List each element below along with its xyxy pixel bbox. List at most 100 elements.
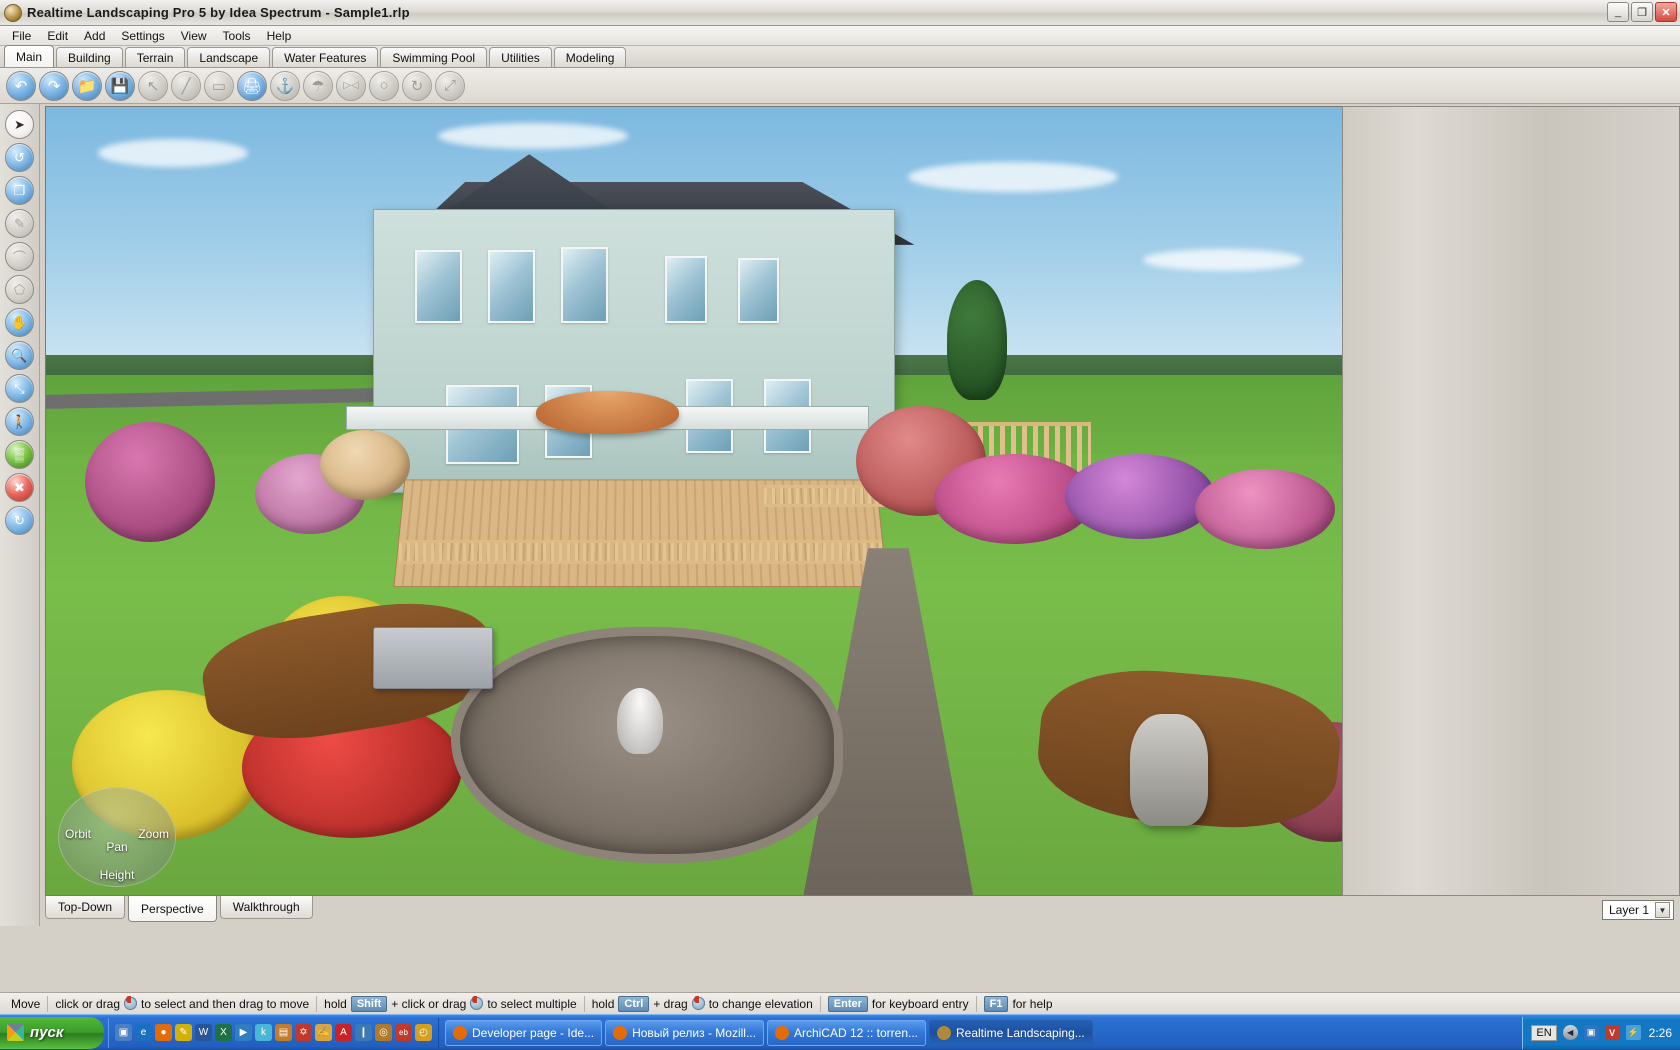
- nav-zoom-label[interactable]: Zoom: [138, 827, 169, 841]
- pointer-tool-icon[interactable]: ➤: [5, 110, 34, 139]
- quick-launch-bar: ▣ e ● ✎ W X ▶ k ▤ ✡ ✍ A ❙ ◎ eb ◴: [108, 1017, 439, 1048]
- tab-swimming-pool[interactable]: Swimming Pool: [380, 47, 488, 67]
- clock-icon[interactable]: ◴: [415, 1024, 432, 1041]
- undo-icon[interactable]: ↶: [6, 70, 36, 101]
- menu-item-help[interactable]: Help: [259, 27, 300, 45]
- nav-pan-label[interactable]: Pan: [106, 840, 127, 854]
- tab-water-features[interactable]: Water Features: [272, 47, 379, 67]
- tab-main[interactable]: Main: [4, 45, 55, 67]
- nav-height-label[interactable]: Height: [100, 868, 135, 882]
- ebay-icon[interactable]: eb: [395, 1024, 412, 1041]
- close-button[interactable]: ✕: [1655, 2, 1677, 22]
- task-button-realtime-landscaping[interactable]: Realtime Landscaping...: [929, 1019, 1093, 1046]
- minimize-button[interactable]: _: [1607, 2, 1629, 22]
- task-button-label: Realtime Landscaping...: [956, 1025, 1085, 1040]
- antivirus-icon[interactable]: V: [1604, 1025, 1620, 1040]
- status-hint-mid: + click or drag: [391, 996, 467, 1011]
- maya-icon[interactable]: ✡: [295, 1024, 312, 1041]
- firefox-icon: [774, 1025, 789, 1040]
- rotate-tool-icon[interactable]: ↺: [5, 143, 34, 172]
- tab-utilities[interactable]: Utilities: [489, 47, 552, 67]
- menu-item-edit[interactable]: Edit: [39, 27, 76, 45]
- save-icon[interactable]: 💾: [105, 70, 135, 101]
- start-button[interactable]: пуск: [0, 1016, 104, 1049]
- zoom-extents-icon[interactable]: ⤡: [5, 374, 34, 403]
- device-icon[interactable]: ❙: [355, 1024, 372, 1041]
- chevron-down-icon[interactable]: ▼: [1655, 902, 1670, 918]
- tab-terrain[interactable]: Terrain: [124, 47, 186, 67]
- menu-item-view[interactable]: View: [173, 27, 215, 45]
- task-button-developer-page[interactable]: Developer page - Ide...: [445, 1019, 603, 1046]
- network-icon[interactable]: ▣: [1583, 1025, 1599, 1040]
- windows-taskbar: пуск ▣ e ● ✎ W X ▶ k ▤ ✡ ✍ A ❙ ◎ eb ◴ De…: [0, 1014, 1680, 1050]
- pan-hand-icon[interactable]: ✋: [5, 308, 34, 337]
- tab-modeling[interactable]: Modeling: [553, 47, 627, 67]
- k-lite-icon[interactable]: k: [255, 1024, 272, 1041]
- navigation-compass-widget[interactable]: Orbit Zoom Pan Height: [58, 787, 176, 887]
- redo-icon[interactable]: ↷: [39, 70, 69, 101]
- view-tab-perspective[interactable]: Perspective: [128, 896, 217, 922]
- firefox-icon[interactable]: ●: [155, 1024, 172, 1041]
- task-button-list: Developer page - Ide... Новый релиз - Mo…: [439, 1019, 1522, 1046]
- task-button-archicad[interactable]: ArchiCAD 12 :: torren...: [766, 1019, 926, 1046]
- print-icon[interactable]: 🖨: [237, 70, 267, 101]
- refresh-tool-icon[interactable]: ↻: [5, 506, 34, 535]
- taskbar-clock[interactable]: 2:26: [1647, 1026, 1672, 1040]
- category-tab-strip: Main Building Terrain Landscape Water Fe…: [0, 45, 1680, 68]
- viewport-container: Orbit Zoom Pan Height Top-Down Perspecti…: [40, 104, 1680, 926]
- curve-tool-icon: ⌒: [5, 242, 34, 271]
- nero-icon[interactable]: ◎: [375, 1024, 392, 1041]
- mouse-icon: [124, 996, 138, 1010]
- excel-icon[interactable]: X: [215, 1024, 232, 1041]
- view-tab-strip: Top-Down Perspective Walkthrough: [45, 896, 1353, 922]
- ie-icon[interactable]: e: [135, 1024, 152, 1041]
- photo-icon[interactable]: ▤: [275, 1024, 292, 1041]
- 3d-viewport[interactable]: Orbit Zoom Pan Height: [45, 106, 1353, 896]
- media-player-icon[interactable]: ▶: [235, 1024, 252, 1041]
- word-icon[interactable]: W: [195, 1024, 212, 1041]
- nav-orbit-label[interactable]: Orbit: [65, 827, 91, 841]
- house-window: [664, 255, 707, 324]
- usb-icon[interactable]: ⚡: [1625, 1025, 1641, 1040]
- pencil-tool-icon: ✎: [5, 209, 34, 238]
- layer-selector[interactable]: Layer 1 ▼: [1601, 900, 1674, 920]
- task-button-novy-reliz[interactable]: Новый релиз - Mozill...: [605, 1019, 764, 1046]
- main-toolbar: ↶ ↷ 📁 💾 ↖ ╱ ▭ 🖨 ⚓ ☂ ▷◁ ○ ↻ ⤢: [0, 68, 1680, 104]
- mirror-icon: ▷◁: [336, 70, 366, 101]
- status-hint-mid: + drag: [653, 996, 688, 1011]
- firefox-icon: [453, 1025, 467, 1040]
- open-folder-icon[interactable]: 📁: [72, 70, 102, 101]
- delete-tool-icon[interactable]: ✖: [5, 473, 34, 502]
- zoom-tool-icon[interactable]: 🔍: [5, 341, 34, 370]
- menu-item-add[interactable]: Add: [76, 27, 113, 45]
- tab-building[interactable]: Building: [56, 47, 123, 67]
- menu-item-settings[interactable]: Settings: [113, 27, 172, 45]
- select-arrow-icon: ↖: [138, 70, 168, 101]
- notes-icon[interactable]: ✍: [315, 1024, 332, 1041]
- menu-item-tools[interactable]: Tools: [215, 27, 259, 45]
- acrobat-icon[interactable]: A: [335, 1024, 352, 1041]
- start-button-label: пуск: [30, 1024, 64, 1041]
- show-hidden-icons-icon[interactable]: ◀: [1562, 1025, 1578, 1040]
- evergreen-tree: [947, 280, 1008, 401]
- scale-icon: ⤢: [435, 70, 465, 101]
- paint-icon[interactable]: ✎: [175, 1024, 192, 1041]
- wall-icon: ▭: [204, 70, 234, 101]
- desktop-icon[interactable]: ▣: [115, 1024, 132, 1041]
- copy-tool-icon[interactable]: ❐: [5, 176, 34, 205]
- sprinkler-icon: ☂: [303, 70, 333, 101]
- tab-landscape[interactable]: Landscape: [187, 47, 271, 67]
- key-enter: Enter: [827, 995, 868, 1012]
- restore-button[interactable]: ❐: [1631, 2, 1653, 22]
- language-indicator[interactable]: EN: [1531, 1024, 1557, 1041]
- walkthrough-icon[interactable]: 🚶: [5, 407, 34, 436]
- menu-item-file[interactable]: File: [4, 27, 39, 45]
- view-tab-top-down[interactable]: Top-Down: [45, 896, 126, 919]
- status-hint-select-move: click or drag to select and then drag to…: [48, 995, 318, 1012]
- main-area: ➤ ↺ ❐ ✎ ⌒ ⬠ ✋ 🔍 ⤡ 🚶 ▒ ✖ ↻ Orbit Zoom Pan…: [0, 104, 1680, 926]
- patio-umbrella: [535, 390, 680, 434]
- task-button-label: Developer page - Ide...: [472, 1025, 595, 1040]
- terrain-grid-icon[interactable]: ▒: [5, 440, 34, 469]
- app-globe-icon: [4, 3, 22, 22]
- view-tab-walkthrough[interactable]: Walkthrough: [219, 896, 313, 919]
